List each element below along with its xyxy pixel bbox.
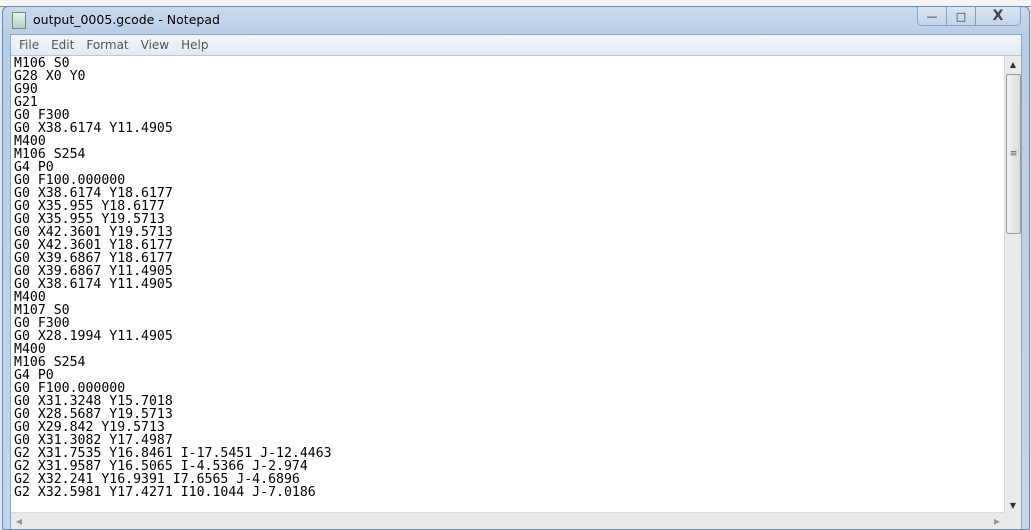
window-title: output_0005.gcode - Notepad bbox=[33, 12, 220, 27]
scroll-left-arrow-icon[interactable]: ◀ bbox=[11, 513, 27, 529]
menu-help[interactable]: Help bbox=[175, 38, 214, 52]
menu-format[interactable]: Format bbox=[80, 38, 134, 52]
code-line: G2 X32.5981 Y17.4271 I10.1044 J-7.0186 bbox=[14, 485, 316, 500]
menu-view[interactable]: View bbox=[135, 38, 175, 52]
scroll-up-arrow-icon[interactable]: ▲ bbox=[1005, 56, 1021, 72]
menu-file[interactable]: File bbox=[13, 38, 45, 52]
notepad-window: output_0005.gcode - Notepad — □ X File E… bbox=[2, 6, 1030, 530]
scroll-right-arrow-icon[interactable]: ▶ bbox=[989, 513, 1005, 529]
vertical-scrollbar[interactable]: ▲ ≡ ▼ bbox=[1004, 56, 1021, 513]
close-button[interactable]: X bbox=[975, 7, 1020, 25]
maximize-button[interactable]: □ bbox=[946, 7, 975, 25]
minimize-button[interactable]: — bbox=[918, 7, 946, 25]
vertical-scroll-thumb[interactable]: ≡ bbox=[1006, 74, 1021, 234]
size-grip[interactable] bbox=[1005, 513, 1021, 529]
menu-edit[interactable]: Edit bbox=[45, 38, 80, 52]
title-bar[interactable]: output_0005.gcode - Notepad — □ X bbox=[3, 7, 1029, 34]
horizontal-scrollbar[interactable]: ◀ ▶ bbox=[11, 512, 1005, 529]
menu-bar: File Edit Format View Help bbox=[11, 35, 1021, 56]
notepad-app-icon[interactable] bbox=[12, 12, 26, 29]
scroll-down-arrow-icon[interactable]: ▼ bbox=[1005, 497, 1021, 513]
text-editor[interactable]: M106 S0 G28 X0 Y0 G90 G21 G0 F300 G0 X38… bbox=[11, 56, 1005, 513]
grip-icon: ≡ bbox=[1009, 149, 1018, 159]
file-content[interactable]: M106 S0 G28 X0 Y0 G90 G21 G0 F300 G0 X38… bbox=[11, 56, 1005, 499]
